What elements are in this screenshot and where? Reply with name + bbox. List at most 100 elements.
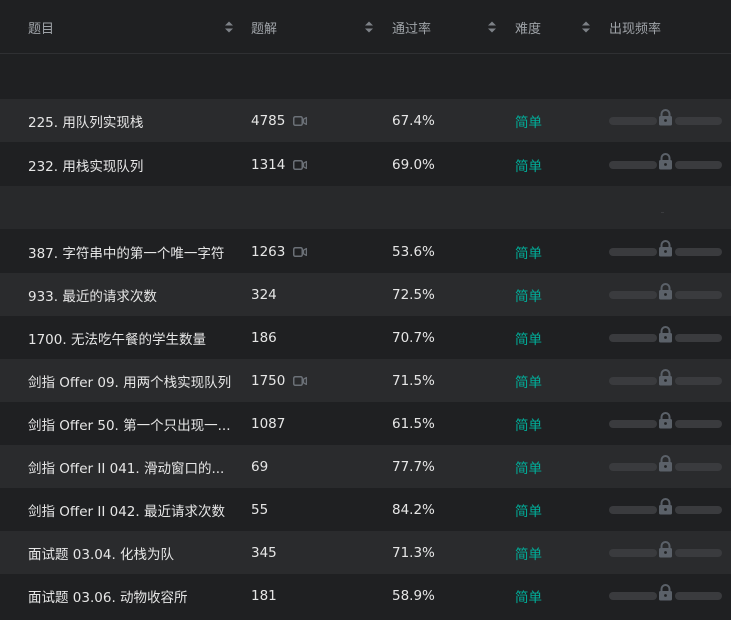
problem-title[interactable]: 232. 用栈实现队列: [28, 155, 143, 175]
column-header-title[interactable]: 题目: [28, 0, 238, 54]
difficulty-badge: 简单: [515, 503, 542, 520]
column-header-frequency[interactable]: 出现频率: [609, 0, 709, 54]
column-header-solutions[interactable]: 题解: [251, 0, 373, 54]
problem-title-cell[interactable]: 剑指 Offer II 041. 滑动窗口的...: [28, 445, 238, 488]
solutions-count[interactable]: 181: [251, 588, 277, 604]
video-icon[interactable]: [293, 246, 308, 257]
solutions-count[interactable]: 1087: [251, 416, 285, 432]
table-row[interactable]: 387. 字符串中的第一个唯一字符 1263 53.6% 简单: [0, 230, 731, 273]
table-row[interactable]: 剑指 Offer II 042. 最近请求次数 55 84.2% 简单: [0, 488, 731, 531]
problem-title[interactable]: 剑指 Offer II 041. 滑动窗口的...: [28, 457, 224, 477]
video-icon[interactable]: [293, 375, 308, 386]
frequency-bar[interactable]: [609, 239, 722, 256]
acceptance-rate-cell: 77.7%: [392, 445, 492, 488]
table-row[interactable]: 剑指 Offer 09. 用两个栈实现队列 1750 71.5% 简单: [0, 359, 731, 402]
frequency-bar[interactable]: [609, 325, 722, 342]
table-row[interactable]: 933. 最近的请求次数 324 72.5% 简单: [0, 273, 731, 316]
problem-title-cell[interactable]: 225. 用队列实现栈: [28, 99, 238, 142]
table-row[interactable]: 剑指 Offer II 041. 滑动窗口的... 69 77.7% 简单: [0, 445, 731, 488]
lock-icon[interactable]: [658, 108, 673, 126]
solutions-count[interactable]: 55: [251, 502, 268, 518]
frequency-bar[interactable]: [609, 540, 722, 557]
sort-icon[interactable]: [582, 21, 590, 33]
problem-title-cell[interactable]: 933. 最近的请求次数: [28, 273, 238, 316]
frequency-bar-segment: [609, 247, 657, 256]
difficulty-badge: 简单: [515, 245, 542, 262]
sort-icon[interactable]: [225, 21, 233, 33]
video-icon[interactable]: [293, 115, 308, 126]
solutions-cell: 324: [251, 273, 371, 316]
problem-title-cell[interactable]: 232. 用栈实现队列: [28, 143, 238, 186]
column-header-rate[interactable]: 通过率: [392, 0, 497, 54]
table-row[interactable]: 面试题 03.06. 动物收容所 181 58.9% 简单: [0, 574, 731, 617]
sort-icon[interactable]: [488, 21, 496, 33]
lock-icon[interactable]: [658, 239, 673, 257]
problem-title-cell[interactable]: 面试题 03.06. 动物收容所: [28, 574, 238, 617]
problem-title[interactable]: 剑指 Offer 50. 第一个只出现一...: [28, 414, 231, 434]
lock-icon[interactable]: [658, 583, 673, 601]
table-row[interactable]: 225. 用队列实现栈 4785 67.4% 简单: [0, 99, 731, 142]
difficulty-badge: 简单: [515, 158, 542, 175]
solutions-count[interactable]: 1314: [251, 157, 285, 173]
lock-icon[interactable]: [658, 540, 673, 558]
problem-title[interactable]: 剑指 Offer II 042. 最近请求次数: [28, 500, 225, 520]
difficulty-cell: 简单: [515, 316, 575, 359]
difficulty-cell: 简单: [515, 531, 575, 574]
frequency-bar[interactable]: [609, 497, 722, 514]
lock-icon[interactable]: [658, 325, 673, 343]
table-row[interactable]: 面试题 03.04. 化栈为队 345 71.3% 简单: [0, 531, 731, 574]
solutions-cell: 55: [251, 488, 371, 531]
difficulty-cell: 简单: [515, 574, 575, 617]
solutions-count[interactable]: 4785: [251, 113, 285, 129]
problem-title-cell[interactable]: 剑指 Offer 09. 用两个栈实现队列: [28, 359, 238, 402]
solutions-count[interactable]: 1263: [251, 244, 285, 260]
problem-title-cell[interactable]: 剑指 Offer 50. 第一个只出现一...: [28, 402, 238, 445]
table-row-empty: [0, 55, 731, 98]
sort-icon[interactable]: [365, 21, 373, 33]
frequency-bar[interactable]: [609, 108, 722, 125]
problem-title[interactable]: 1700. 无法吃午餐的学生数量: [28, 328, 206, 348]
solutions-count[interactable]: 345: [251, 545, 277, 561]
frequency-bar[interactable]: [609, 454, 722, 471]
problem-title[interactable]: 225. 用队列实现栈: [28, 111, 143, 131]
problem-title[interactable]: 剑指 Offer 09. 用两个栈实现队列: [28, 371, 231, 391]
lock-icon[interactable]: [658, 497, 673, 515]
lock-icon[interactable]: [658, 411, 673, 429]
solutions-count[interactable]: 69: [251, 459, 268, 475]
frequency-bar[interactable]: [609, 411, 722, 428]
problem-title[interactable]: 面试题 03.06. 动物收容所: [28, 586, 188, 606]
acceptance-rate: 71.5%: [392, 372, 435, 389]
lock-icon[interactable]: [658, 152, 673, 170]
frequency-bar[interactable]: [609, 368, 722, 385]
column-header-rate-label: 通过率: [392, 21, 432, 37]
lock-icon[interactable]: [658, 282, 673, 300]
solutions-count[interactable]: 324: [251, 287, 277, 303]
table-row[interactable]: 1700. 无法吃午餐的学生数量 186 70.7% 简单: [0, 316, 731, 359]
table-row[interactable]: 剑指 Offer 50. 第一个只出现一... 1087 61.5% 简单: [0, 402, 731, 445]
problem-title-cell[interactable]: 面试题 03.04. 化栈为队: [28, 531, 238, 574]
acceptance-rate-cell: 61.5%: [392, 402, 492, 445]
problem-title[interactable]: 933. 最近的请求次数: [28, 285, 157, 305]
problem-title[interactable]: 面试题 03.04. 化栈为队: [28, 543, 174, 563]
frequency-bar[interactable]: [609, 583, 722, 600]
lock-icon[interactable]: [658, 454, 673, 472]
difficulty-badge: 简单: [515, 288, 542, 305]
column-header-difficulty-label: 难度: [515, 21, 542, 37]
solutions-cell: 4785: [251, 99, 371, 142]
column-header-difficulty[interactable]: 难度: [515, 0, 595, 54]
difficulty-badge: 简单: [515, 546, 542, 563]
solutions-cell: 1750: [251, 359, 371, 402]
difficulty-badge: 简单: [515, 331, 542, 348]
solutions-count[interactable]: 186: [251, 330, 277, 346]
frequency-bar[interactable]: [609, 152, 722, 169]
frequency-bar[interactable]: [609, 282, 722, 299]
table-row[interactable]: 232. 用栈实现队列 1314 69.0% 简单: [0, 143, 731, 186]
video-icon[interactable]: [293, 159, 308, 170]
frequency-bar-segment: [675, 376, 722, 385]
problem-title-cell[interactable]: 剑指 Offer II 042. 最近请求次数: [28, 488, 238, 531]
lock-icon[interactable]: [658, 368, 673, 386]
problem-title[interactable]: 387. 字符串中的第一个唯一字符: [28, 242, 224, 262]
problem-title-cell[interactable]: 387. 字符串中的第一个唯一字符: [28, 230, 238, 273]
problem-title-cell[interactable]: 1700. 无法吃午餐的学生数量: [28, 316, 238, 359]
solutions-count[interactable]: 1750: [251, 373, 285, 389]
